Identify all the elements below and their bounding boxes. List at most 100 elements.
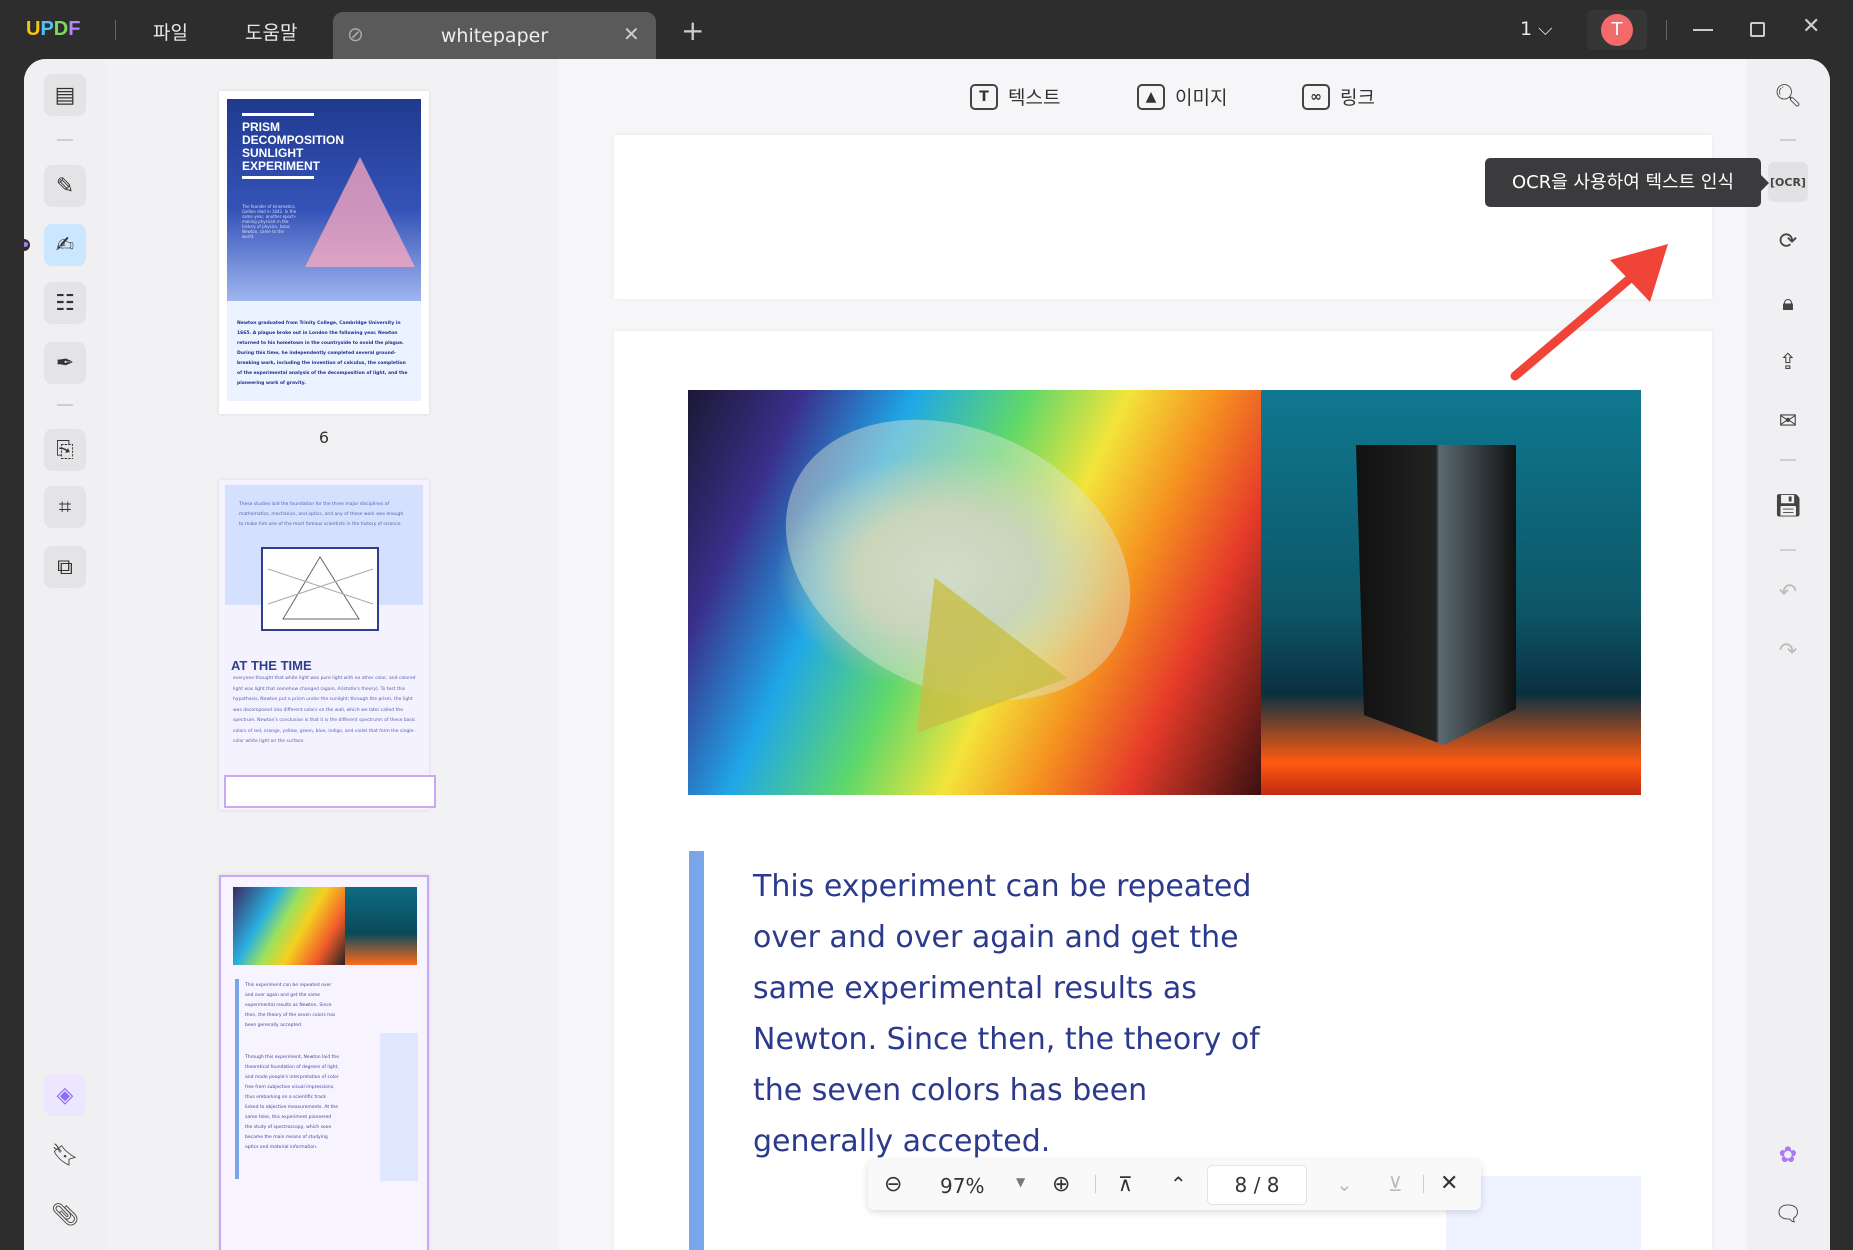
page-8: This experiment can be repeated over and… (614, 331, 1712, 1250)
thumb-body-2: Through this experiment, Newton laid the… (245, 1055, 339, 1150)
prism-diagram (261, 547, 379, 631)
thumb-side-text: The founder of kinematics, Galileo died … (242, 204, 297, 239)
redo-icon[interactable]: ↷ (1768, 631, 1808, 671)
page-selection-frame (224, 775, 436, 808)
thumb-body: Newton graduated from Trinity College, C… (227, 301, 421, 401)
next-page-icon[interactable]: ⌄ (1336, 1172, 1353, 1196)
rainbow-prism-photo (688, 366, 1261, 795)
image-icon: ▲ (1137, 83, 1165, 110)
page-separator: / (1253, 1173, 1261, 1197)
fill-sign-icon[interactable]: ✒ (44, 342, 86, 384)
tab-close-icon[interactable]: ✕ (623, 22, 640, 46)
glass-prism-photo (1261, 390, 1641, 795)
thumb-body: everyone thought that white light was pu… (233, 676, 416, 744)
thumb-heading: AT THE TIME (231, 658, 312, 673)
paragraph-line: Newton. Since then, the theory of (753, 1022, 1260, 1057)
divider (1666, 20, 1667, 40)
divider (57, 139, 73, 141)
add-text-button[interactable]: T 텍스트 (970, 83, 1060, 110)
share-icon[interactable]: ⇪ (1768, 342, 1808, 382)
thumb-intro: These studies laid the foundation for th… (239, 502, 404, 527)
divider (1780, 459, 1796, 461)
search-icon[interactable]: 🔍︎ (1768, 76, 1808, 116)
add-image-button[interactable]: ▲ 이미지 (1137, 83, 1227, 110)
current-page: 8 (1234, 1173, 1248, 1197)
divider (1095, 1175, 1096, 1193)
zoom-dropdown-icon[interactable]: ▼ (1016, 1175, 1025, 1189)
email-icon[interactable]: ✉ (1768, 401, 1808, 441)
page-nav-bar: ⊖ 97% ▼ ⊕ ⊼ ⌃ 8 / 8 ⌄ ⊻ ✕ (868, 1160, 1481, 1210)
paragraph: This experiment can be repeated over and… (753, 861, 1260, 1167)
close-nav-icon[interactable]: ✕ (1440, 1171, 1458, 1196)
tooltip-arrow (1761, 175, 1769, 191)
avatar: T (1601, 14, 1633, 46)
thumb-body: This experiment can be repeated over and… (245, 983, 336, 1028)
layers-icon[interactable]: ◈ (44, 1074, 86, 1116)
paragraph-line: This experiment can be repeated (753, 869, 1252, 904)
divider (1423, 1175, 1424, 1193)
comment-icon[interactable]: 🗨︎ (1768, 1194, 1808, 1234)
text-icon: T (970, 83, 998, 110)
avatar-button[interactable]: T (1587, 10, 1647, 50)
bookmark-icon[interactable]: 🔖︎ (45, 1135, 85, 1175)
organize-pages-icon[interactable]: ⎘ (44, 429, 86, 471)
watermark-icon[interactable]: ⧉ (44, 546, 86, 588)
paragraph-line: the seven colors has been (753, 1073, 1148, 1108)
quote-bar (689, 851, 704, 1250)
divider (115, 20, 116, 40)
active-indicator (24, 239, 30, 251)
zoom-level[interactable]: 97% (940, 1174, 984, 1198)
convert-icon[interactable]: ⟳ (1768, 221, 1808, 261)
thumbnail-page-7[interactable]: These studies laid the foundation for th… (219, 480, 436, 810)
divider (1780, 549, 1796, 551)
link-icon: ∞ (1302, 83, 1330, 110)
ocr-icon[interactable]: [OCR] (1768, 162, 1808, 202)
updf-logo: UPDF (26, 18, 81, 40)
red-arrow-annotation (1510, 244, 1668, 381)
document-tab[interactable]: ⊘ whitepaper ✕ (333, 12, 656, 59)
thumb-prism-image (345, 887, 417, 965)
first-page-icon[interactable]: ⊼ (1118, 1172, 1133, 1196)
menu-file[interactable]: 파일 (153, 18, 188, 45)
undo-icon[interactable]: ↶ (1768, 572, 1808, 612)
divider (1780, 139, 1796, 141)
tab-title: whitepaper (440, 25, 549, 47)
last-page-icon[interactable]: ⊻ (1388, 1172, 1403, 1196)
total-pages: 8 (1266, 1173, 1280, 1197)
maximize-button[interactable] (1750, 22, 1765, 37)
add-text-label: 텍스트 (1008, 87, 1061, 109)
paragraph-line: same experimental results as (753, 971, 1197, 1006)
page-number-input[interactable]: 8 / 8 (1207, 1165, 1307, 1205)
form-icon[interactable]: ☷ (44, 282, 86, 324)
zoom-in-icon[interactable]: ⊕ (1052, 1172, 1070, 1197)
thumbnail-page-6[interactable]: PRISM DECOMPOSITION SUNLIGHT EXPERIMENT … (219, 91, 429, 414)
add-image-label: 이미지 (1175, 87, 1228, 109)
reader-icon[interactable]: ▤ (44, 74, 86, 116)
protect-icon[interactable]: 🔒︎ (1768, 283, 1808, 323)
zoom-out-icon[interactable]: ⊖ (884, 1172, 902, 1197)
page-number-6: 6 (318, 428, 330, 447)
close-window-button[interactable]: ✕ (1802, 14, 1820, 39)
add-link-button[interactable]: ∞ 링크 (1302, 83, 1375, 110)
prism-image (305, 157, 415, 267)
edit-pdf-icon[interactable]: ✍ (44, 224, 86, 266)
menu-help[interactable]: 도움말 (245, 18, 297, 45)
new-tab-icon[interactable]: + (681, 14, 704, 47)
add-link-label: 링크 (1340, 87, 1375, 109)
ai-assistant-icon[interactable]: ✿ (1768, 1135, 1808, 1175)
ocr-tooltip: OCR을 사용하여 텍스트 인식 (1485, 158, 1761, 207)
right-toolbar: 🔍︎ [OCR] ⟳ 🔒︎ ⇪ ✉ 💾︎ ↶ ↷ ✿ 🗨︎ (1747, 59, 1830, 1250)
thumb-rainbow-image (233, 887, 345, 965)
divider (57, 404, 73, 406)
thumbnail-page-8[interactable]: This experiment can be repeated over and… (219, 875, 429, 1250)
page-selector[interactable]: 1 ⌵ (1520, 18, 1553, 40)
thumbnail-panel: PRISM DECOMPOSITION SUNLIGHT EXPERIMENT … (106, 59, 558, 1250)
paragraph-line: over and over again and get the (753, 920, 1239, 955)
attachment-icon[interactable]: 📎︎ (45, 1195, 85, 1235)
left-toolbar: ▤ ✎ ✍ ☷ ✒ ⎘ ⌗ ⧉ ◈ 🔖︎ 📎︎ (24, 59, 106, 1250)
highlighter-icon[interactable]: ✎ (44, 165, 86, 207)
save-icon[interactable]: 💾︎ (1768, 486, 1808, 526)
crop-icon[interactable]: ⌗ (44, 486, 86, 528)
minimize-button[interactable] (1693, 29, 1713, 31)
previous-page-icon[interactable]: ⌃ (1170, 1172, 1187, 1196)
